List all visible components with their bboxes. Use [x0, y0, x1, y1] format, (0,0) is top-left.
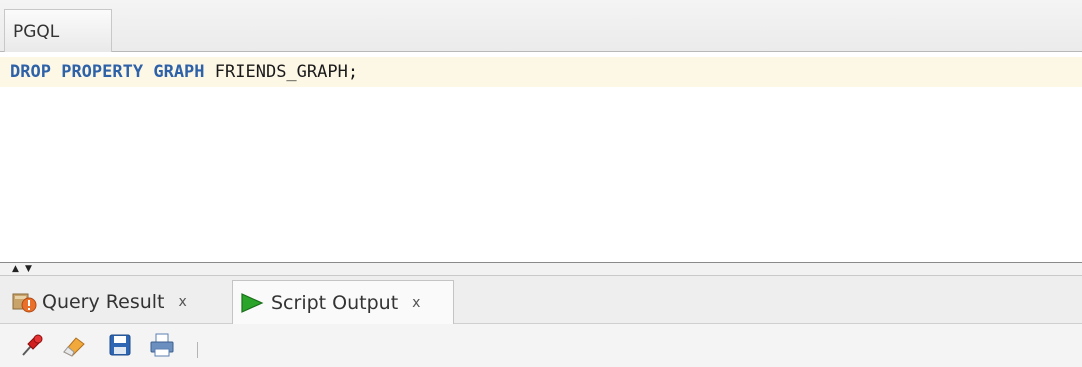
keyword-property: PROPERTY [61, 62, 144, 82]
print-button[interactable] [148, 333, 176, 361]
results-tab-strip: Query Result x Script Output x [0, 276, 1082, 324]
editor-tab-strip: PGQL [0, 0, 1082, 52]
save-icon [107, 332, 133, 362]
tab-pgql[interactable]: PGQL [4, 9, 112, 52]
toolbar-separator [197, 342, 198, 358]
tab-script-output-label: Script Output [271, 291, 399, 314]
pin-icon [19, 332, 45, 362]
maximize-down-arrow-icon[interactable]: ▼ [25, 265, 32, 274]
panel-splitter[interactable]: ▲ ▼ [0, 262, 1082, 276]
tab-script-output[interactable]: Script Output x [232, 280, 454, 324]
query-result-icon [12, 291, 38, 313]
close-script-output-icon[interactable]: x [412, 295, 420, 311]
clear-button[interactable] [60, 333, 88, 361]
code-editor[interactable]: DROP PROPERTY GRAPH FRIENDS_GRAPH; [0, 52, 1082, 262]
keyword-graph: GRAPH [153, 62, 205, 82]
print-icon [149, 332, 175, 362]
save-button[interactable] [106, 333, 134, 361]
tab-query-result-label: Query Result [42, 291, 165, 313]
keyword-drop: DROP [10, 62, 51, 82]
script-output-toolbar [0, 324, 1082, 367]
tab-query-result[interactable]: Query Result x [12, 280, 230, 324]
graph-identifier: FRIENDS_GRAPH; [214, 62, 359, 82]
maximize-up-arrow-icon[interactable]: ▲ [12, 265, 19, 274]
code-line-1[interactable]: DROP PROPERTY GRAPH FRIENDS_GRAPH; [0, 57, 1082, 87]
run-script-icon [239, 292, 265, 314]
close-query-result-icon[interactable]: x [179, 294, 187, 310]
eraser-icon [61, 332, 87, 362]
pin-button[interactable] [18, 333, 46, 361]
